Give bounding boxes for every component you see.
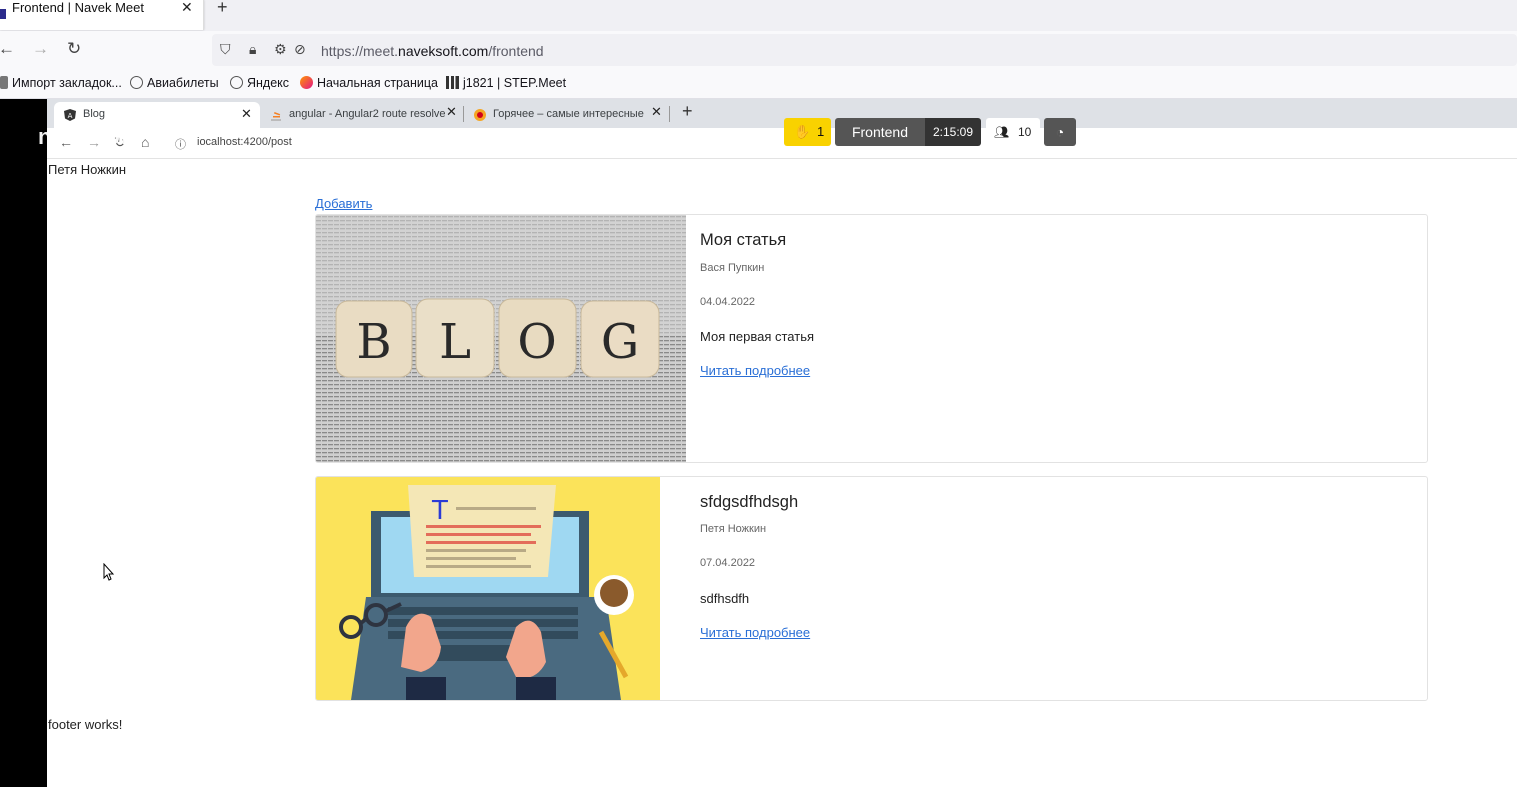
permissions-icon[interactable]: ⚙ bbox=[274, 41, 287, 58]
raised-hands-button[interactable]: ✋ 1 bbox=[784, 118, 831, 146]
session-timer: 2:15:09 bbox=[925, 118, 981, 146]
read-more-link[interactable]: Читать подробнее bbox=[700, 625, 810, 640]
svg-text:A: A bbox=[68, 112, 73, 120]
post-card: BLOG Моя статья Вася Пупкин 04.04.2022 М… bbox=[315, 214, 1428, 463]
shared-address-url[interactable]: iocalhost:4200/post bbox=[197, 136, 292, 148]
bookmark-yandex[interactable]: Яндекс bbox=[230, 76, 289, 90]
raised-hands-count: 1 bbox=[817, 124, 825, 139]
shared-tab-title: angular - Angular2 route resolve bbox=[289, 108, 446, 120]
globe-icon bbox=[230, 76, 243, 89]
mic-muted-icon[interactable]: ⊘ bbox=[294, 41, 306, 58]
bookmark-aviabilety[interactable]: Авиабилеты bbox=[130, 76, 219, 90]
reload-icon[interactable]: ↻ bbox=[67, 39, 81, 59]
bookmark-step-meet[interactable]: j1821 | STEP.Meet bbox=[446, 76, 566, 90]
outer-tab-frontend[interactable]: Frontend | Navek Meet ✕ bbox=[0, 0, 204, 30]
svg-text:L: L bbox=[439, 314, 471, 370]
svg-text:T: T bbox=[431, 496, 448, 526]
participants-count: 10 bbox=[1018, 125, 1032, 139]
post-date: 07.04.2022 bbox=[700, 557, 756, 569]
navek-meet-favicon-icon bbox=[0, 9, 6, 19]
participants-icon: 👥︎ bbox=[994, 125, 1010, 139]
post-title: Моя статья bbox=[700, 231, 787, 249]
globe-icon bbox=[130, 76, 143, 89]
address-bar-url: https://meet.naveksoft.com/frontend bbox=[321, 43, 544, 59]
shared-screen-black-margin bbox=[0, 99, 47, 787]
bookmarks-toolbar: Импорт закладок... Авиабилеты Яндекс Нач… bbox=[0, 69, 1517, 99]
outer-nav-bar: ← → ↻ ⛉ 🔒︎ ⚙ ⊘ https://meet.naveksoft.co… bbox=[0, 31, 1517, 69]
post-date: 04.04.2022 bbox=[700, 296, 756, 308]
bookmark-import[interactable]: Импорт закладок... bbox=[0, 76, 122, 90]
step-meet-icon bbox=[446, 76, 459, 89]
speedometer-button[interactable]: ◔ bbox=[1044, 118, 1076, 146]
bookmark-start-page[interactable]: Начальная страница bbox=[300, 76, 438, 90]
close-tab-icon[interactable]: ✕ bbox=[241, 106, 252, 122]
forward-arrow-icon[interactable]: → bbox=[32, 39, 49, 59]
home-icon[interactable]: ⌂ bbox=[141, 134, 149, 150]
close-tab-icon[interactable]: ✕ bbox=[181, 0, 193, 16]
overlay-watermark: n ek.soft bbox=[38, 124, 138, 149]
participants-button[interactable]: 👥︎ 10 bbox=[986, 118, 1040, 146]
new-tab-plus-icon[interactable]: + bbox=[682, 101, 693, 122]
shared-tab-title: Blog bbox=[83, 108, 106, 120]
post-author: Петя Ножкин bbox=[700, 523, 767, 535]
new-tab-plus-icon[interactable]: + bbox=[217, 0, 228, 18]
close-tab-icon[interactable]: ✕ bbox=[651, 104, 662, 120]
footer-text: footer works! bbox=[48, 717, 123, 732]
shared-tab-hot[interactable]: Горячее – самые интересные и bbox=[464, 102, 644, 128]
tab-separator bbox=[669, 106, 670, 122]
stackoverflow-favicon-icon bbox=[271, 112, 281, 121]
shared-tab-angular[interactable]: angular - Angular2 route resolve bbox=[260, 102, 460, 128]
outer-tab-title: Frontend | Navek Meet bbox=[12, 0, 144, 15]
bookmark-import-icon bbox=[0, 76, 8, 89]
outer-tab-bar: Frontend | Navek Meet ✕ + bbox=[0, 0, 1517, 31]
shared-nav-bar: ← → ↻ ⌂ ⓘ iocalhost:4200/post bbox=[47, 128, 1517, 159]
mouse-cursor-icon bbox=[103, 563, 115, 581]
angular-favicon-icon: A bbox=[64, 109, 76, 121]
back-arrow-icon[interactable]: ← bbox=[0, 39, 15, 59]
speedometer-icon: ◔ bbox=[1055, 124, 1065, 140]
post-excerpt: Моя первая статья bbox=[700, 329, 815, 344]
shared-tab-bar: A Blog ✕ angular - Angular2 route resolv… bbox=[47, 99, 1517, 128]
post-card: T sfdgsdfhdsgh Петя Ножкин 07.04.2022 sd… bbox=[315, 476, 1428, 701]
svg-text:G: G bbox=[601, 314, 639, 370]
lock-icon[interactable]: 🔒︎ bbox=[249, 41, 256, 58]
hand-icon: ✋ bbox=[794, 124, 811, 139]
post-title: sfdgsdfhdsgh bbox=[700, 493, 799, 511]
read-more-link[interactable]: Читать подробнее bbox=[700, 363, 810, 378]
shared-tab-title: Горячее – самые интересные и bbox=[493, 108, 644, 120]
close-tab-icon[interactable]: ✕ bbox=[446, 104, 457, 120]
address-bar[interactable]: ⛉ 🔒︎ ⚙ ⊘ https://meet.naveksoft.com/fron… bbox=[212, 34, 1517, 66]
add-post-link[interactable]: Добавить bbox=[315, 196, 372, 211]
info-icon[interactable]: ⓘ bbox=[175, 136, 186, 152]
svg-text:B: B bbox=[356, 314, 391, 370]
tab-separator bbox=[463, 106, 464, 122]
tracking-shield-icon[interactable]: ⛉ bbox=[220, 41, 231, 58]
svg-text:O: O bbox=[517, 314, 556, 370]
post-excerpt: sdfhsdfh bbox=[700, 591, 750, 606]
post-image-laptop: T bbox=[316, 477, 660, 700]
post-image-blog-cubes: BLOG bbox=[316, 215, 686, 462]
room-name-label: Frontend bbox=[835, 118, 925, 146]
post-author: Вася Пупкин bbox=[700, 262, 765, 274]
header-user-name: Петя Ножкин bbox=[48, 162, 127, 177]
pikabu-favicon-icon bbox=[474, 109, 486, 121]
firefox-icon bbox=[300, 76, 313, 89]
